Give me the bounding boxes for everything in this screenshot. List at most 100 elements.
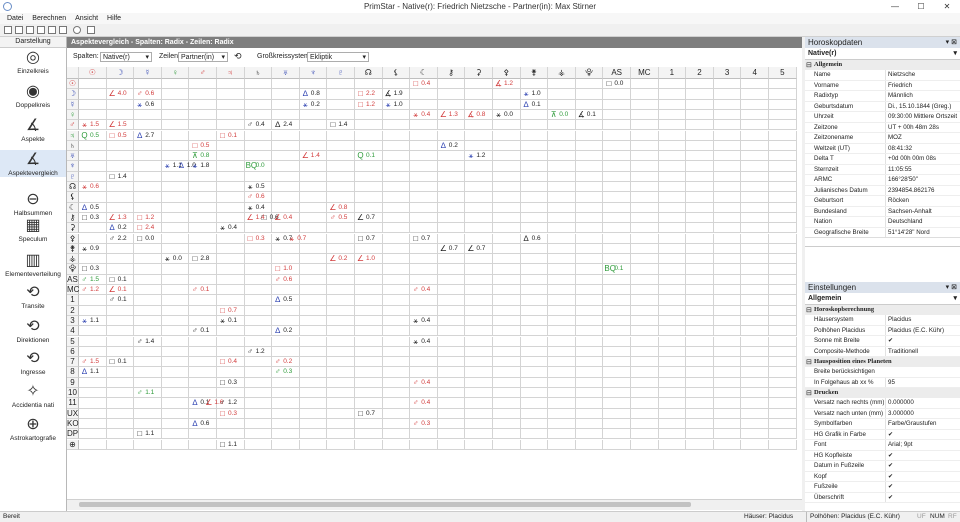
grid-cell[interactable] — [189, 120, 217, 131]
tool-double-circle[interactable]: ◉ Doppelkreis — [0, 82, 66, 109]
grid-cell[interactable] — [327, 285, 355, 296]
grid-cell[interactable] — [410, 326, 438, 337]
grid-cell[interactable] — [769, 140, 797, 152]
tool-transit[interactable]: ⟲ Transite — [0, 283, 66, 310]
grid-cell[interactable] — [769, 274, 797, 285]
settings-icon[interactable] — [87, 26, 95, 34]
grid-cell[interactable] — [493, 439, 521, 450]
grid-cell[interactable] — [106, 388, 135, 399]
grid-cell[interactable] — [382, 305, 411, 316]
grid-cell[interactable] — [741, 109, 769, 121]
grid-cell[interactable] — [327, 398, 355, 409]
grid-cell[interactable] — [631, 295, 659, 306]
grid-cell[interactable] — [189, 79, 217, 90]
grid-cell[interactable] — [493, 223, 521, 234]
grid-cell[interactable]: ∆ 0.1 — [520, 99, 549, 110]
menu-ansicht[interactable]: Ansicht — [75, 13, 98, 24]
grid-cell[interactable] — [244, 285, 273, 296]
property-row[interactable]: Zeitzonename MOZ — [805, 133, 960, 144]
column-header[interactable]: ⚳ — [465, 67, 493, 79]
grid-cell[interactable] — [713, 388, 742, 399]
grid-cell[interactable] — [575, 429, 604, 440]
grid-cell[interactable]: ∠ 1.3 — [106, 212, 135, 224]
grid-cell[interactable] — [161, 305, 190, 316]
grid-cell[interactable] — [382, 285, 411, 296]
grid-cell[interactable] — [327, 305, 355, 316]
grid-cell[interactable] — [741, 408, 769, 419]
row-header[interactable]: 8 — [67, 367, 79, 378]
grid-cell[interactable] — [548, 264, 576, 275]
grid-cell[interactable] — [106, 408, 135, 419]
grid-cell[interactable] — [493, 192, 521, 203]
grid-cell[interactable] — [161, 151, 190, 162]
grid-cell[interactable] — [548, 295, 576, 306]
grid-cell[interactable] — [575, 243, 604, 255]
grid-cell[interactable] — [382, 79, 411, 90]
grid-cell[interactable] — [493, 151, 521, 162]
grid-cell[interactable] — [355, 182, 383, 193]
property-row[interactable]: ARMC 166°28'50" — [805, 175, 960, 186]
grid-cell[interactable] — [299, 377, 328, 388]
grid-cell[interactable] — [741, 274, 769, 285]
grid-cell[interactable] — [327, 336, 355, 347]
grid-cell[interactable] — [741, 377, 769, 388]
grid-cell[interactable] — [658, 367, 687, 378]
grid-cell[interactable] — [741, 233, 769, 244]
grid-cell[interactable] — [686, 336, 714, 347]
grid-cell[interactable] — [134, 171, 162, 182]
grid-cell[interactable]: ∆ 0.2 — [272, 326, 300, 337]
grid-cell[interactable] — [713, 233, 742, 244]
column-header[interactable]: ☾ — [410, 67, 438, 79]
grid-cell[interactable] — [520, 109, 549, 121]
grid-cell[interactable] — [769, 285, 797, 296]
grid-cell[interactable] — [189, 408, 217, 419]
grid-cell[interactable] — [244, 264, 273, 275]
grid-cell[interactable] — [244, 151, 273, 162]
grid-cell[interactable]: ∠ 1.4 □ 0.6 — [244, 212, 279, 224]
setting-row[interactable]: Sonne mit Breite ✔ — [805, 336, 960, 347]
grid-cell[interactable] — [382, 182, 411, 193]
grid-cell[interactable] — [217, 429, 245, 440]
grid-cell[interactable] — [272, 171, 300, 182]
grid-cell[interactable] — [355, 192, 383, 203]
grid-cell[interactable] — [272, 377, 300, 388]
grid-cell[interactable] — [658, 89, 687, 100]
grid-cell[interactable]: ∡ 0.1 — [575, 109, 604, 121]
grid-cell[interactable] — [465, 305, 493, 316]
row-header[interactable]: ♅ — [67, 151, 79, 162]
grid-cell[interactable] — [465, 264, 493, 275]
property-row[interactable]: Geburtsort Röcken — [805, 196, 960, 207]
column-header[interactable]: ⯓ — [575, 67, 604, 79]
column-header[interactable]: 4 — [741, 67, 769, 79]
grid-cell[interactable] — [493, 182, 521, 193]
grid-cell[interactable] — [134, 346, 162, 358]
grid-cell[interactable] — [548, 161, 576, 172]
grid-cell[interactable] — [79, 439, 107, 450]
grid-cell[interactable] — [548, 192, 576, 203]
grid-cell[interactable] — [686, 398, 714, 409]
grid-cell[interactable] — [575, 274, 604, 285]
grid-cell[interactable] — [272, 109, 300, 121]
grid-cell[interactable] — [575, 398, 604, 409]
grid-cell[interactable] — [548, 99, 576, 110]
grid-cell[interactable] — [134, 109, 162, 121]
column-header[interactable]: ♂ — [189, 67, 217, 79]
grid-cell[interactable] — [603, 377, 631, 388]
grid-cell[interactable]: ⚹ 1.1 — [79, 315, 107, 327]
grid-cell[interactable] — [686, 274, 714, 285]
grid-cell[interactable] — [493, 120, 521, 131]
grid-cell[interactable] — [520, 120, 549, 131]
maximize-button[interactable]: ☐ — [908, 0, 934, 13]
grid-cell[interactable] — [161, 264, 190, 275]
grid-cell[interactable] — [493, 346, 521, 358]
grid-cell[interactable] — [465, 274, 493, 285]
grid-cell[interactable] — [658, 202, 687, 213]
grid-cell[interactable]: ⚹ 0.0 — [493, 109, 521, 121]
grid-cell[interactable] — [603, 305, 631, 316]
grid-cell[interactable]: ♂ 0.1 — [189, 326, 217, 337]
grid-cell[interactable] — [769, 377, 797, 388]
property-row[interactable]: Uhrzeit 09:30:00 Mittlere Ortszeit — [805, 112, 960, 123]
grid-cell[interactable] — [520, 377, 549, 388]
setting-row[interactable]: Fußzeile ✔ — [805, 482, 960, 493]
grid-cell[interactable] — [244, 357, 273, 368]
